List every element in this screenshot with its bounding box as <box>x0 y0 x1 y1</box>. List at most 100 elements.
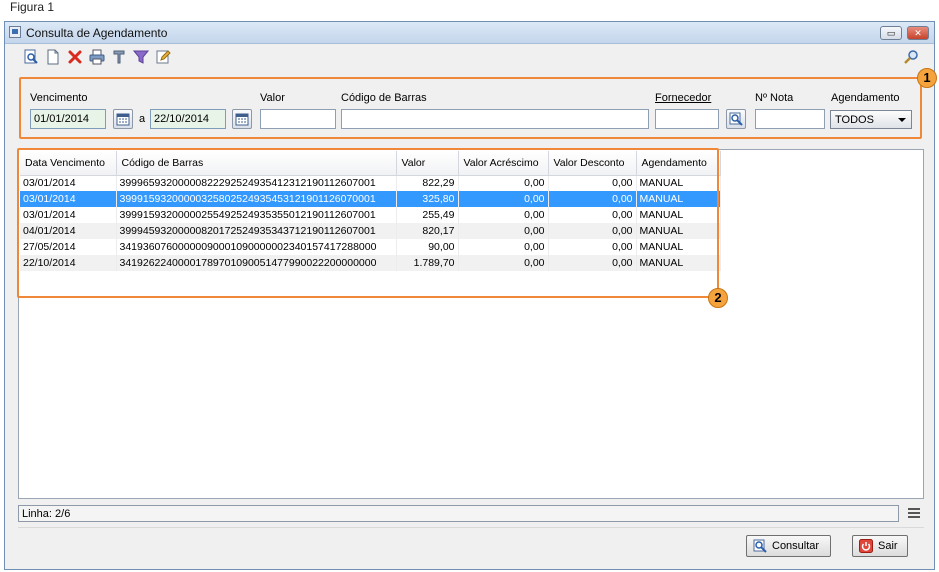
calendar-to-button[interactable] <box>232 109 252 129</box>
table-cell: 822,29 <box>396 175 459 191</box>
close-button[interactable]: ✕ <box>907 26 929 40</box>
table-cell: 820,17 <box>396 223 459 239</box>
table-cell: 03/01/2014 <box>20 175 117 191</box>
zoom-icon[interactable] <box>903 49 919 65</box>
table-cell: MANUAL <box>636 191 721 207</box>
table-cell: MANUAL <box>636 239 721 255</box>
date-from-input[interactable] <box>30 109 106 129</box>
date-to-input[interactable] <box>150 109 226 129</box>
table-cell: 0,00 <box>458 255 549 271</box>
codigo-barras-label: Código de Barras <box>341 92 427 104</box>
results-panel: Data Vencimento Código de Barras Valor Valo… <box>18 149 924 499</box>
table-cell: 3419360760000009000109000000234015741728… <box>116 239 397 255</box>
table-cell: 0,00 <box>548 255 637 271</box>
fornecedor-link[interactable]: Fornecedor <box>655 92 711 104</box>
table-cell: 255,49 <box>396 207 459 223</box>
sair-label: Sair <box>878 540 898 552</box>
search-icon <box>753 539 767 553</box>
status-bar: Linha: 2/6 <box>18 505 899 522</box>
agendamento-label: Agendamento <box>831 92 900 104</box>
app-icon <box>9 26 21 38</box>
consultar-button[interactable]: Consultar <box>746 535 831 557</box>
table-cell: 04/01/2014 <box>20 223 117 239</box>
table-cell: MANUAL <box>636 175 721 191</box>
table-cell: MANUAL <box>636 255 721 271</box>
table-cell: 3419262240000178970109005147799002220000… <box>116 255 397 271</box>
title-bar: Consulta de Agendamento ▭ ✕ <box>5 22 934 44</box>
agendamento-selected-value: TODOS <box>835 114 874 126</box>
table-cell: 03/01/2014 <box>20 191 117 207</box>
table-cell: 3999159320000032580252493545312190112607… <box>116 191 397 207</box>
table-cell: 0,00 <box>548 207 637 223</box>
callout-badge-1: 1 <box>917 68 937 88</box>
table-row[interactable]: 03/01/2014 399915932000003258025249354531… <box>20 191 721 207</box>
consultar-label: Consultar <box>772 540 820 552</box>
table-cell: 22/10/2014 <box>20 255 117 271</box>
calendar-icon <box>235 113 249 126</box>
minimize-button[interactable]: ▭ <box>880 26 902 40</box>
results-grid: Data Vencimento Código de Barras Valor Valo… <box>20 151 721 271</box>
column-header[interactable]: Agendamento <box>636 151 721 176</box>
table-cell: 3999659320000082229252493541231219011260… <box>116 175 397 191</box>
table-cell: 90,00 <box>396 239 459 255</box>
filter-highlight-box <box>19 77 922 139</box>
table-cell: 325,80 <box>396 191 459 207</box>
consulta-agendamento-window: Consulta de Agendamento ▭ ✕ 1 Vencimento… <box>4 21 937 570</box>
menu-icon[interactable] <box>908 508 920 518</box>
table-cell: 0,00 <box>458 223 549 239</box>
column-header[interactable]: Valor Desconto <box>548 151 637 176</box>
table-cell: 27/05/2014 <box>20 239 117 255</box>
table-row[interactable]: 27/05/2014 341936076000000900010900000023… <box>20 239 721 255</box>
table-cell: 0,00 <box>548 239 637 255</box>
codigo-barras-input[interactable] <box>341 109 649 129</box>
search-icon <box>729 112 743 126</box>
calendar-from-button[interactable] <box>113 109 133 129</box>
valor-input[interactable] <box>260 109 336 129</box>
table-row[interactable]: 04/01/2014 399945932000008201725249353437… <box>20 223 721 239</box>
search-doc-icon[interactable] <box>23 49 39 65</box>
line-indicator: Linha: 2/6 <box>22 508 71 520</box>
sair-button[interactable]: Sair <box>852 535 908 557</box>
vencimento-label: Vencimento <box>30 92 88 104</box>
tools-icon[interactable] <box>111 49 127 65</box>
table-row[interactable]: 03/01/2014 399965932000008222925249354123… <box>20 175 721 191</box>
column-header[interactable]: Código de Barras <box>116 151 397 176</box>
nota-input[interactable] <box>755 109 825 129</box>
toolbar <box>5 45 934 71</box>
table-cell: 3999159320000025549252493535501219011260… <box>116 207 397 223</box>
table-cell: 0,00 <box>458 207 549 223</box>
chevron-down-icon <box>898 118 906 122</box>
range-separator: a <box>139 113 146 125</box>
table-row[interactable]: 03/01/2014 399915932000002554925249353550… <box>20 207 721 223</box>
table-row[interactable]: 22/10/2014 341926224000017897010900514779… <box>20 255 721 271</box>
column-header[interactable]: Valor <box>396 151 459 176</box>
power-icon <box>859 539 873 553</box>
fornecedor-search-button[interactable] <box>726 109 746 129</box>
filter-icon[interactable] <box>133 49 149 65</box>
callout-badge-2: 2 <box>708 288 728 308</box>
table-cell: 0,00 <box>548 223 637 239</box>
edit-icon[interactable] <box>155 49 171 65</box>
calendar-icon <box>116 113 130 126</box>
figure-caption: Figura 1 <box>10 0 55 14</box>
table-cell: 0,00 <box>458 191 549 207</box>
new-doc-icon[interactable] <box>45 49 61 65</box>
table-cell: 0,00 <box>548 191 637 207</box>
column-header[interactable]: Data Vencimento <box>20 151 117 176</box>
print-icon[interactable] <box>89 49 105 65</box>
table-cell: 0,00 <box>458 239 549 255</box>
table-cell: 1.789,70 <box>396 255 459 271</box>
agendamento-select[interactable]: TODOS <box>830 110 912 129</box>
table-cell: 03/01/2014 <box>20 207 117 223</box>
button-bar: Consultar Sair <box>18 527 924 565</box>
column-header[interactable]: Valor Acréscimo <box>458 151 549 176</box>
table-cell: MANUAL <box>636 223 721 239</box>
delete-icon[interactable] <box>67 49 83 65</box>
nota-label: Nº Nota <box>755 92 794 104</box>
table-cell: 0,00 <box>458 175 549 191</box>
fornecedor-input[interactable] <box>655 109 719 129</box>
table-cell: 0,00 <box>548 175 637 191</box>
window-title: Consulta de Agendamento <box>26 26 168 40</box>
valor-label: Valor <box>260 92 285 104</box>
table-cell: MANUAL <box>636 207 721 223</box>
